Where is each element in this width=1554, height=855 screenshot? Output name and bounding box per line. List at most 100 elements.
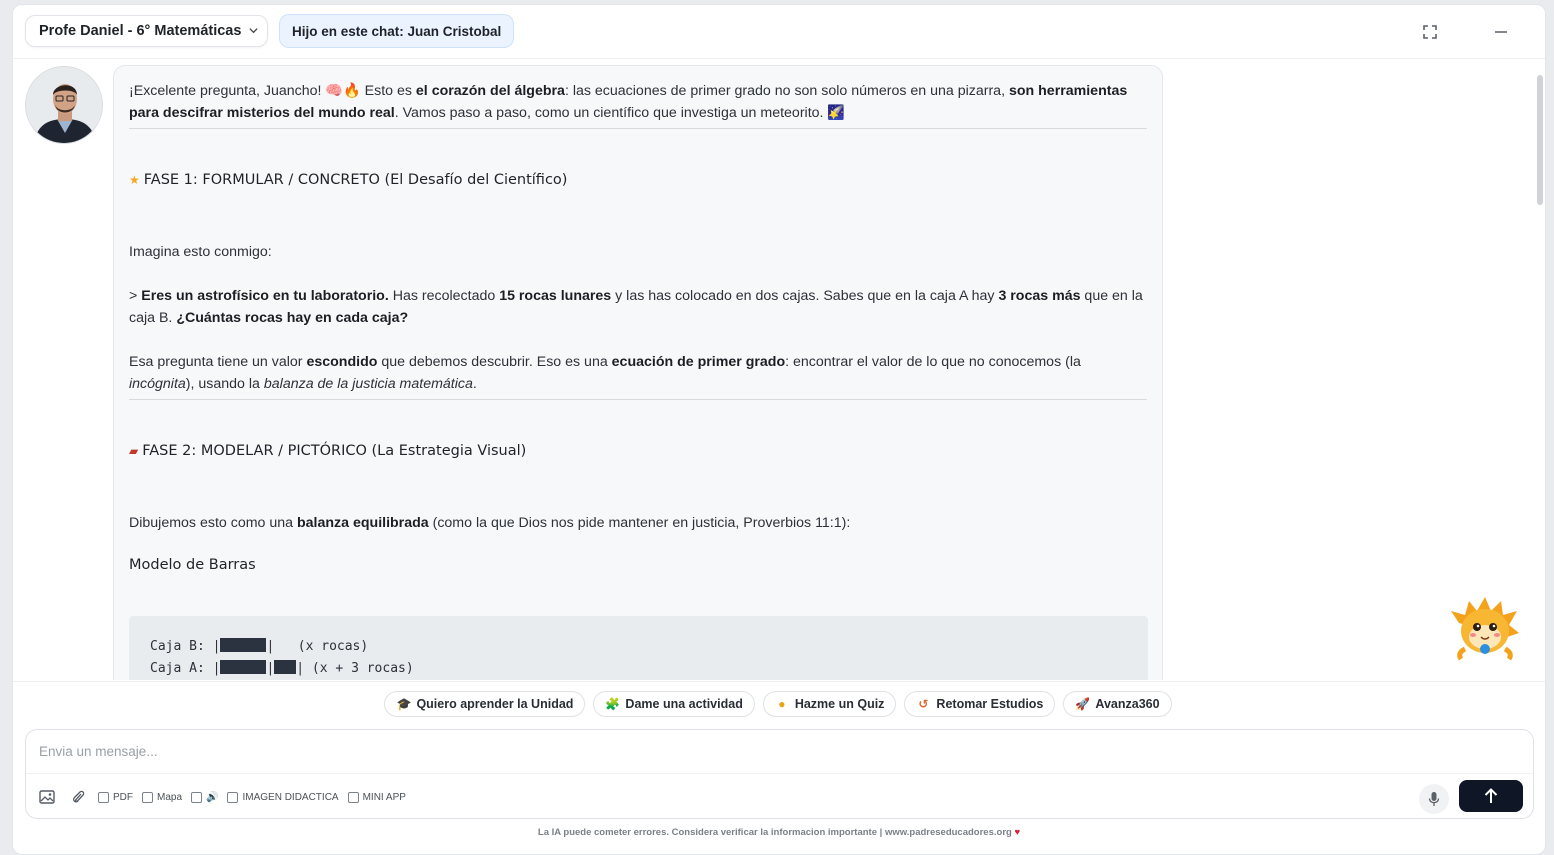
brick-icon: ▰: [129, 444, 139, 458]
quote-bold: ¿Cuántas rocas hay en cada caja?: [176, 310, 409, 326]
chat-window: Profe Daniel - 6° Matemáticas Hijo en es…: [12, 4, 1546, 855]
explain-paragraph: Esa pregunta tiene un valor escondido qu…: [129, 351, 1147, 397]
graduation-cap-icon: 🎓: [396, 697, 412, 711]
option-label: MINI APP: [362, 791, 406, 803]
quote-bold: 15 rocas lunares: [499, 288, 612, 304]
divider: [129, 128, 1147, 129]
explain-text: Esa pregunta tiene un valor: [129, 354, 307, 370]
checkbox[interactable]: [347, 791, 359, 803]
microphone-button[interactable]: [1419, 784, 1449, 814]
code-text: |: [266, 661, 275, 676]
imagine-text: Imagina esto conmigo:: [129, 244, 272, 260]
divider: [129, 399, 1147, 400]
chevron-down-icon: [249, 28, 259, 34]
course-select-label: Profe Daniel - 6° Matemáticas: [39, 23, 242, 39]
microphone-icon: [1428, 792, 1440, 806]
phase1-heading: ★ FASE 1: FORMULAR / CONCRETO (El Desafí…: [129, 169, 1147, 191]
quote-text: Has recolectado: [388, 288, 500, 304]
quote-text: y las has colocado en dos cajas. Sabes q…: [611, 288, 999, 304]
intro-bold: el corazón del álgebra: [415, 83, 565, 99]
quick-label: Avanza360: [1095, 697, 1160, 711]
option-mini-app[interactable]: MINI APP: [347, 791, 406, 803]
quick-actions: 🎓 Quiero aprender la Unidad 🧩 Dame una a…: [13, 681, 1545, 729]
composer: Envia un mensaje... PDF Mapa 🔊 IMAGEN DI…: [25, 729, 1534, 819]
message-input[interactable]: Envia un mensaje...: [26, 730, 1533, 774]
intro-text: . Vamos paso a paso, como un científico …: [394, 105, 846, 121]
code-text: | (x rocas): [266, 639, 369, 654]
quote-bold: Eres un astrofísico en tu laboratorio.: [141, 288, 389, 304]
undo-icon: ↺: [918, 697, 929, 711]
intro-text: : las ecuaciones de primer grado no son …: [564, 83, 1009, 99]
course-select[interactable]: Profe Daniel - 6° Matemáticas: [25, 15, 269, 47]
quote-text: >: [129, 288, 142, 304]
explain-text: que debemos descubrir. Eso es una: [377, 354, 612, 370]
mascot-icon[interactable]: [1447, 593, 1523, 663]
assistant-message-bubble: ¡Excelente pregunta, Juancho! 🧠🔥 Esto es…: [113, 65, 1163, 680]
top-bar: Profe Daniel - 6° Matemáticas Hijo en es…: [13, 5, 1545, 59]
child-chip-label: Hijo en este chat: Juan Cristobal: [292, 23, 502, 39]
minimize-icon[interactable]: [1490, 21, 1512, 43]
rocket-icon: 🚀: [1075, 697, 1091, 711]
intro-text: ¡Excelente pregunta, Juancho! 🧠🔥 Esto es: [129, 83, 416, 99]
option-imagen-didactica[interactable]: IMAGEN DIDACTICA: [227, 791, 339, 803]
draw-text: (como la que Dios nos pide mantener en j…: [428, 515, 851, 531]
bar-block: [220, 638, 267, 652]
explain-italic: balanza de la justicia matemática: [263, 376, 473, 392]
option-audio[interactable]: 🔊: [191, 791, 219, 803]
bar-block: [274, 660, 297, 674]
phase2-heading: ▰ FASE 2: MODELAR / PICTÓRICO (La Estrat…: [129, 440, 1147, 462]
option-label: IMAGEN DIDACTICA: [242, 791, 339, 803]
chat-area: ¡Excelente pregunta, Juancho! 🧠🔥 Esto es…: [13, 60, 1537, 680]
explain-bold: ecuación de primer grado: [611, 354, 786, 370]
checkbox[interactable]: [98, 791, 109, 803]
checkbox[interactable]: [142, 791, 153, 803]
option-label: PDF: [113, 791, 133, 803]
quick-activity-button[interactable]: 🧩 Dame una actividad: [593, 691, 755, 717]
teacher-portrait-icon: [26, 67, 102, 143]
disclaimer: La IA puede cometer errores. Considera v…: [13, 827, 1545, 838]
avatar: [25, 66, 103, 144]
attach-icon[interactable]: [67, 786, 89, 808]
bar-model-title: Modelo de Barras: [129, 557, 256, 573]
explain-bold: escondido: [306, 354, 378, 370]
explain-text: .: [472, 376, 477, 392]
explain-text: ), usando la: [185, 376, 264, 392]
draw-bold: balanza equilibrada: [296, 515, 429, 531]
fullscreen-icon[interactable]: [1419, 21, 1441, 43]
child-chip[interactable]: Hijo en este chat: Juan Cristobal: [279, 14, 515, 48]
option-pdf[interactable]: PDF: [98, 791, 133, 803]
explain-italic: incógnita: [129, 376, 186, 392]
quick-label: Dame una actividad: [625, 697, 743, 711]
quick-learn-unit-button[interactable]: 🎓 Quiero aprender la Unidad: [384, 691, 586, 717]
bar-block: [220, 660, 267, 674]
option-mapa[interactable]: Mapa: [142, 791, 183, 803]
phase1-title: FASE 1: FORMULAR / CONCRETO (El Desafío …: [143, 172, 568, 188]
composer-toolbar: PDF Mapa 🔊 IMAGEN DIDACTICA MINI APP: [36, 786, 415, 808]
intro-paragraph: ¡Excelente pregunta, Juancho! 🧠🔥 Esto es…: [129, 80, 1147, 126]
scrollbar[interactable]: [1537, 75, 1543, 205]
image-upload-icon[interactable]: [36, 786, 58, 808]
speaker-icon: 🔊: [206, 791, 219, 803]
code-text: Caja B: |: [150, 639, 221, 654]
draw-text: Dibujemos esto como una: [129, 515, 297, 531]
quick-label: Hazme un Quiz: [794, 697, 885, 711]
checkbox[interactable]: [227, 791, 239, 803]
disclaimer-text: La IA puede cometer errores. Considera v…: [537, 827, 1012, 838]
brain-icon: ●: [778, 697, 786, 711]
quote-paragraph: > Eres un astrofísico en tu laboratorio.…: [129, 285, 1147, 329]
heart-icon: ♥: [1014, 827, 1021, 838]
explain-text: : encontrar el valor de lo que no conoce…: [785, 354, 1081, 370]
arrow-up-icon: [1484, 788, 1498, 803]
quick-avanza360-button[interactable]: 🚀 Avanza360: [1063, 691, 1172, 717]
phase2-title: FASE 2: MODELAR / PICTÓRICO (La Estrateg…: [142, 443, 527, 459]
code-text: Caja A: |: [150, 661, 221, 676]
code-text: | (x + 3 rocas): [296, 661, 414, 676]
option-label: Mapa: [157, 791, 183, 803]
send-button[interactable]: [1459, 780, 1523, 812]
code-block: Caja B: | | (x rocas) Caja A: | | | (x + 3 …: [129, 616, 1148, 680]
draw-paragraph: Dibujemos esto como una balanza equilibr…: [129, 512, 1147, 534]
checkbox[interactable]: [191, 791, 203, 803]
quick-resume-button[interactable]: ↺ Retomar Estudios: [904, 691, 1056, 717]
quick-label: Retomar Estudios: [936, 697, 1044, 711]
quick-quiz-button[interactable]: ● Hazme un Quiz: [762, 691, 897, 717]
